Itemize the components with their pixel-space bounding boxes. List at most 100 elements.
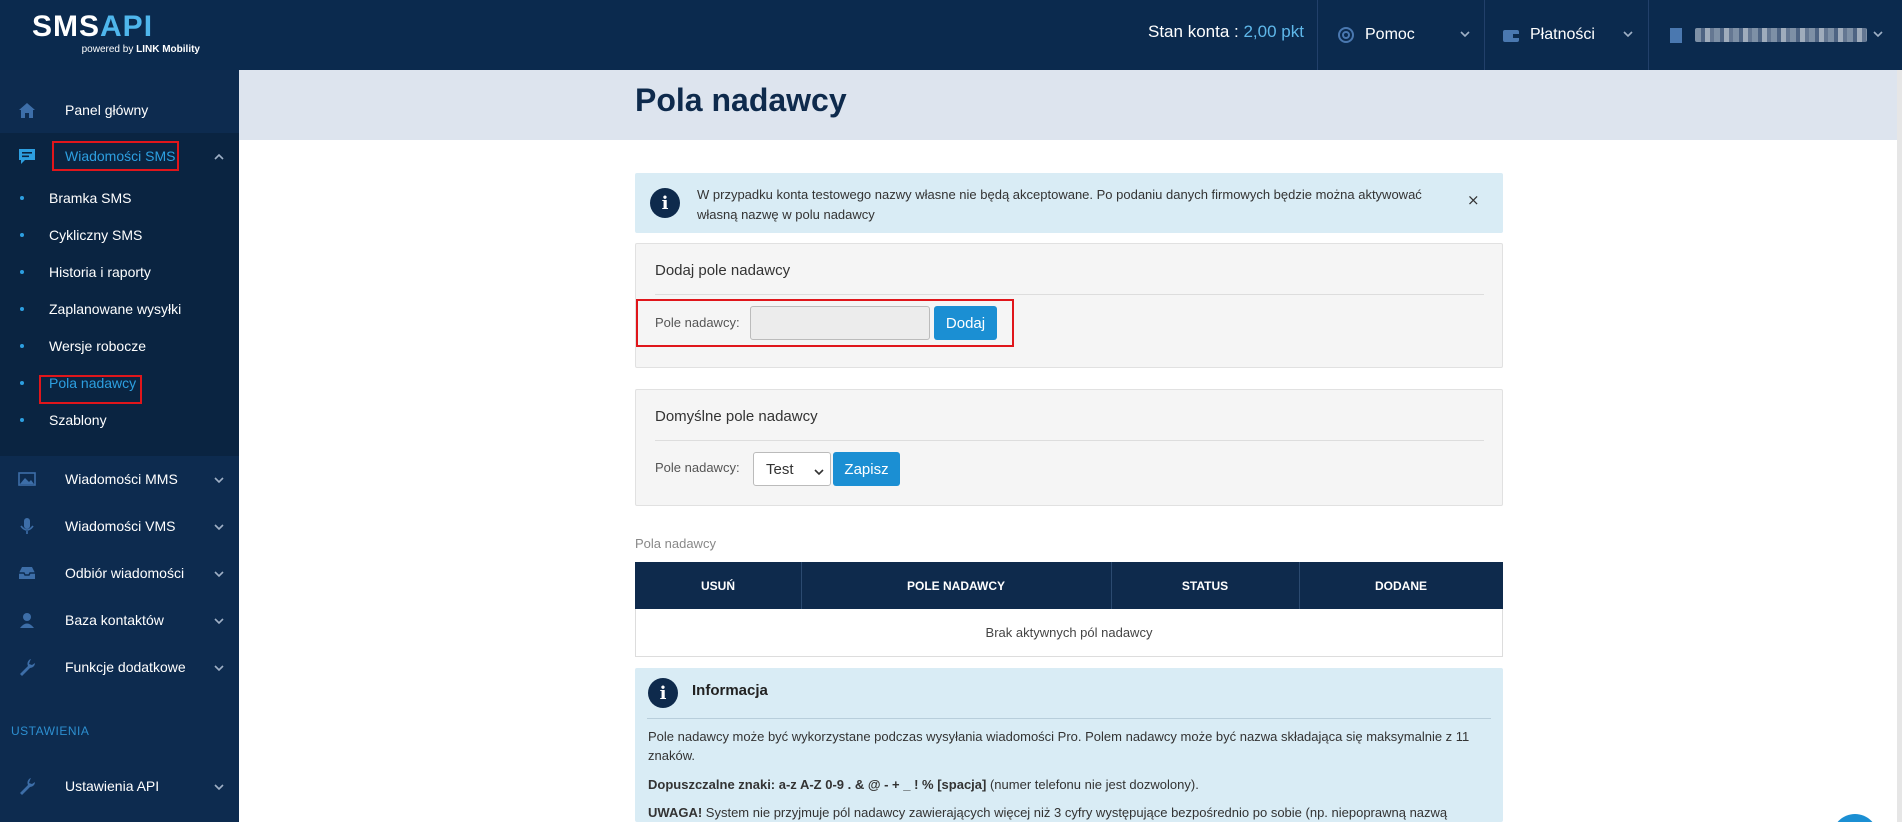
settings-section-label: USTAWIENIA — [11, 724, 90, 738]
sidebar-item-label: Baza kontaktów — [65, 612, 164, 628]
smsapi-logo[interactable]: SMSAPI powered by LINK Mobility — [32, 12, 202, 58]
column-header-status[interactable]: STATUS — [1111, 562, 1299, 609]
add-sender-panel: Dodaj pole nadawcy Pole nadawcy: Dodaj — [635, 243, 1503, 368]
logo-company-text: LINK Mobility — [136, 44, 200, 55]
sidebar-item-inbox[interactable]: Odbiór wiadomości — [0, 550, 239, 596]
default-sender-select[interactable]: Test — [753, 452, 831, 486]
submenu-item-history[interactable]: Historia i raporty — [0, 253, 239, 290]
save-button[interactable]: Zapisz — [833, 452, 900, 486]
chevron-down-icon — [213, 614, 225, 626]
sidebar-item-mms[interactable]: Wiadomości MMS — [0, 456, 239, 502]
chevron-up-icon — [213, 150, 225, 162]
information-box: i Informacja Pole nadawcy może być wykor… — [635, 668, 1503, 822]
submenu-item-drafts[interactable]: Wersje robocze — [0, 327, 239, 364]
submenu-item-scheduled[interactable]: Zaplanowane wysyłki — [0, 290, 239, 327]
sidebar-item-label: Panel główny — [65, 102, 149, 118]
panel-title: Domyślne pole nadawcy — [655, 408, 818, 425]
submenu-item-templates[interactable]: Szablony — [0, 401, 239, 438]
payments-label: Płatności — [1530, 26, 1595, 43]
sidebar-item-api-settings[interactable]: Ustawienia API — [0, 763, 239, 809]
chevron-down-icon — [213, 567, 225, 579]
payments-chevron-down-icon — [1622, 28, 1634, 40]
chat-bubble-button[interactable] — [1832, 814, 1878, 822]
allowed-chars-label: Dopuszczalne znaki: a-z A-Z 0-9 . & @ - … — [648, 777, 987, 792]
sidebar-item-extras[interactable]: Funkcje dodatkowe — [0, 644, 239, 690]
info-title: Informacja — [692, 682, 768, 699]
wrench-icon — [17, 657, 37, 677]
selected-option: Test — [766, 460, 794, 478]
account-balance: Stan konta : 2,00 pkt — [1148, 22, 1304, 42]
warning-label: UWAGA! — [648, 805, 703, 820]
wrench-icon — [17, 776, 37, 796]
submenu-item-label: Historia i raporty — [49, 263, 151, 280]
wallet-icon — [1502, 26, 1520, 44]
image-icon — [17, 469, 37, 489]
info-icon: i — [648, 678, 678, 708]
test-account-alert: i W przypadku konta testowego nazwy włas… — [635, 173, 1503, 233]
scrollbar[interactable] — [1897, 70, 1902, 822]
balance-label: Stan konta : — [1148, 22, 1239, 41]
sidebar-item-vms[interactable]: Wiadomości VMS — [0, 503, 239, 549]
divider — [655, 294, 1484, 295]
panel-title: Dodaj pole nadawcy — [655, 262, 791, 279]
highlight-box — [52, 141, 179, 171]
logo-powered-text: powered by — [81, 44, 134, 55]
sidebar-item-contacts[interactable]: Baza kontaktów — [0, 597, 239, 643]
column-header-delete[interactable]: USUŃ — [635, 562, 801, 609]
page-title: Pola nadawcy — [635, 82, 847, 118]
submenu-item-label: Zaplanowane wysyłki — [49, 300, 182, 317]
sidebar: Panel główny Wiadomości SMS Bramka SMS C… — [0, 70, 239, 822]
allowed-chars-note: (numer telefonu nie jest dozwolony). — [986, 777, 1199, 792]
topbar-divider — [1648, 0, 1649, 70]
warning-text: System nie przyjmuje pól nadawcy zawiera… — [702, 805, 1448, 820]
sidebar-item-label: Funkcje dodatkowe — [65, 659, 186, 675]
help-label: Pomoc — [1365, 26, 1415, 43]
submenu-item-label: Wersje robocze — [49, 337, 147, 354]
home-icon — [17, 100, 37, 120]
inbox-icon — [17, 563, 37, 583]
sidebar-item-label: Ustawienia API — [65, 778, 160, 794]
user-icon — [1667, 26, 1685, 44]
sidebar-item-label: Odbiór wiadomości — [65, 565, 185, 581]
table-header: USUŃ POLE NADAWCY STATUS DODANE — [635, 562, 1503, 609]
topbar-divider — [1317, 0, 1318, 70]
divider — [655, 440, 1484, 441]
chevron-down-icon — [213, 520, 225, 532]
submenu-item-label: Cykliczny SMS — [49, 226, 143, 243]
sms-submenu: Bramka SMS Cykliczny SMS Historia i rapo… — [0, 179, 239, 456]
chat-icon — [17, 146, 37, 166]
info-paragraph: Dopuszczalne znaki: a-z A-Z 0-9 . & @ - … — [648, 775, 1488, 794]
logo-main-text: SMS — [32, 10, 101, 43]
info-paragraph: Pole nadawcy może być wykorzystane podcz… — [648, 729, 1470, 763]
top-bar: SMSAPI powered by LINK Mobility Stan kon… — [0, 0, 1902, 70]
column-header-sender[interactable]: POLE NADAWCY — [801, 562, 1111, 609]
default-sender-panel: Domyślne pole nadawcy Pole nadawcy: Test… — [635, 389, 1503, 506]
submenu-item-recurring[interactable]: Cykliczny SMS — [0, 216, 239, 253]
logo-accent-text: API — [100, 10, 154, 43]
submenu-item-label: Bramka SMS — [49, 189, 132, 206]
highlight-box — [39, 375, 142, 404]
help-chevron-down-icon — [1459, 28, 1471, 40]
user-menu[interactable] — [1667, 0, 1867, 70]
table-caption: Pola nadawcy — [635, 536, 716, 551]
chevron-down-icon — [814, 464, 824, 476]
alert-text: W przypadku konta testowego nazwy własne… — [697, 187, 1422, 222]
table-empty-row: Brak aktywnych pól nadawcy — [635, 609, 1503, 657]
microphone-icon — [17, 516, 37, 536]
info-icon: i — [650, 188, 680, 218]
balance-value: 2,00 pkt — [1243, 22, 1304, 41]
user-chevron-down-icon — [1872, 28, 1884, 40]
sidebar-item-label: Wiadomości VMS — [65, 518, 176, 534]
submenu-item-label: Szablony — [49, 411, 107, 428]
lifebuoy-icon — [1337, 26, 1355, 44]
topbar-divider — [1484, 0, 1485, 70]
page-header: Pola nadawcy — [239, 70, 1902, 140]
column-header-added[interactable]: DODANE — [1299, 562, 1503, 609]
highlight-box — [636, 299, 1014, 347]
chevron-down-icon — [213, 473, 225, 485]
submenu-item-gateway[interactable]: Bramka SMS — [0, 179, 239, 216]
chevron-down-icon — [213, 661, 225, 673]
close-icon[interactable]: × — [1467, 191, 1480, 209]
chevron-down-icon — [213, 780, 225, 792]
sidebar-item-dashboard[interactable]: Panel główny — [0, 87, 239, 133]
